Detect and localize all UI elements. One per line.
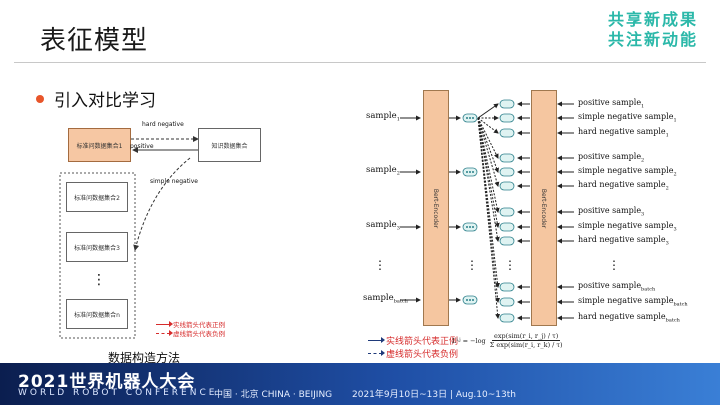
output-positive-3-base: positive sample (578, 206, 642, 215)
formula-denominator: Σ exp(sim(r_i, r_k) / τ) (489, 341, 563, 349)
solid-arrow-icon (368, 337, 385, 343)
sample-1-base: sample (366, 111, 397, 121)
formula-sub: i,j (456, 338, 461, 343)
output-simple-neg-batch: simple negative samplebatch (578, 296, 688, 308)
sample-3-sub: 3 (396, 225, 400, 232)
formula-fraction: exp(sim(r_i, r_j) / τ) Σ exp(sim(r_i, r_… (488, 332, 565, 349)
sample-1-sub: 1 (396, 116, 400, 123)
vector-ellipsis-2: ⋮ (504, 258, 516, 272)
right-legend-solid-text: 实线箭头代表正例 (386, 337, 459, 347)
bert-encoder-right-label: Bert-Encoder (540, 188, 548, 228)
output-hard-neg-1-base: hard negative sample (578, 127, 666, 136)
output-positive-1-base: positive sample (578, 98, 642, 107)
output-hard-neg-batch-base: hard negative sample (578, 312, 666, 321)
right-encoder-outputs (517, 101, 530, 321)
output-simple-neg-3-base: simple negative sample (578, 221, 674, 230)
output-hard-neg-2: hard negative sample2 (578, 180, 669, 192)
output-positive-1-sub: 1 (641, 103, 645, 110)
output-hard-neg-batch-sub: batch (665, 317, 680, 324)
right-legend-dashed-text: 虚线箭头代表负例 (386, 350, 459, 360)
formula-eq: = −log (462, 336, 486, 345)
output-simple-neg-1-sub: 1 (673, 117, 677, 124)
conference-date: 2021年9月10日~13日 | Aug.10~13th (352, 390, 516, 400)
bert-encoder-left: Bert-Encoder (423, 90, 449, 326)
contrastive-loss-formula: L i,j = −log exp(sim(r_i, r_j) / τ) Σ ex… (452, 332, 565, 349)
fan-pos-1 (477, 103, 499, 119)
output-hard-neg-2-base: hard negative sample (578, 180, 666, 189)
dashed-arrow-icon (368, 350, 385, 356)
output-simple-neg-2-sub: 2 (673, 171, 677, 178)
sample-batch-base: sample (363, 293, 394, 303)
conference-subtitle: WORLD ROBOT CONFERENCE (18, 388, 218, 398)
sample-2-sub: 2 (396, 170, 400, 177)
output-ellipsis: ⋮ (608, 258, 620, 272)
embedding-vectors (462, 99, 515, 323)
output-positive-2: positive sample2 (578, 152, 644, 164)
right-legend-solid: 实线箭头代表正例 (368, 334, 458, 347)
output-hard-neg-1: hard negative sample1 (578, 127, 669, 139)
output-simple-neg-2: simple negative sample2 (578, 166, 677, 178)
label-to-encoder-arrows (557, 101, 574, 321)
output-positive-2-sub: 2 (641, 157, 645, 164)
output-positive-1: positive sample1 (578, 98, 644, 110)
output-simple-neg-1-base: simple negative sample (578, 112, 674, 121)
bert-encoder-left-label: Bert-Encoder (432, 188, 440, 228)
output-simple-neg-batch-base: simple negative sample (578, 296, 674, 305)
conference-location: 中国 · 北京 CHINA · BEIJING (214, 390, 333, 400)
output-hard-neg-3-sub: 3 (665, 240, 669, 247)
output-positive-2-base: positive sample (578, 152, 642, 161)
output-hard-neg-3-base: hard negative sample (578, 235, 666, 244)
sample-batch-sub: batch (393, 298, 408, 305)
vector-dots (466, 117, 474, 301)
vector-ellipsis-1: ⋮ (466, 258, 478, 272)
fan-neg-k (477, 117, 501, 319)
output-hard-neg-3: hard negative sample3 (578, 235, 669, 247)
output-positive-3: positive sample3 (578, 206, 644, 218)
output-hard-neg-batch: hard negative samplebatch (578, 312, 680, 324)
output-simple-neg-1: simple negative sample1 (578, 112, 677, 124)
output-simple-neg-2-base: simple negative sample (578, 166, 674, 175)
output-positive-batch-base: positive sample (578, 281, 642, 290)
sample-batch-label: samplebatch (363, 293, 408, 305)
fan-neg-e (477, 117, 500, 187)
sample-1-label: sample1 (366, 111, 400, 123)
output-simple-neg-3-sub: 3 (673, 226, 677, 233)
right-legend-dashed: 虚线箭头代表负例 (368, 347, 458, 360)
sample-3-base: sample (366, 220, 397, 230)
output-positive-batch: positive samplebatch (578, 281, 655, 293)
output-positive-3-sub: 3 (641, 211, 645, 218)
right-figure-lines (400, 99, 574, 323)
formula-numerator: exp(sim(r_i, r_j) / τ) (492, 332, 561, 341)
fan-neg-g (477, 117, 500, 228)
output-hard-neg-1-sub: 1 (665, 132, 669, 139)
output-simple-neg-3: simple negative sample3 (578, 221, 677, 233)
sample-2-label: sample2 (366, 165, 400, 177)
output-simple-neg-batch-sub: batch (673, 301, 688, 308)
sample-ellipsis: ⋮ (374, 258, 386, 272)
output-hard-neg-2-sub: 2 (665, 185, 669, 192)
sample-3-label: sample3 (366, 220, 400, 232)
conference-footer: 2021世界机器人大会 WORLD ROBOT CONFERENCE 中国 · … (0, 363, 720, 405)
sample-2-base: sample (366, 165, 397, 175)
output-positive-batch-sub: batch (641, 286, 656, 293)
contrastive-model-figure: Bert-Encoder Bert-Encoder sample1 sample… (0, 0, 720, 405)
bert-encoder-right: Bert-Encoder (531, 90, 557, 326)
